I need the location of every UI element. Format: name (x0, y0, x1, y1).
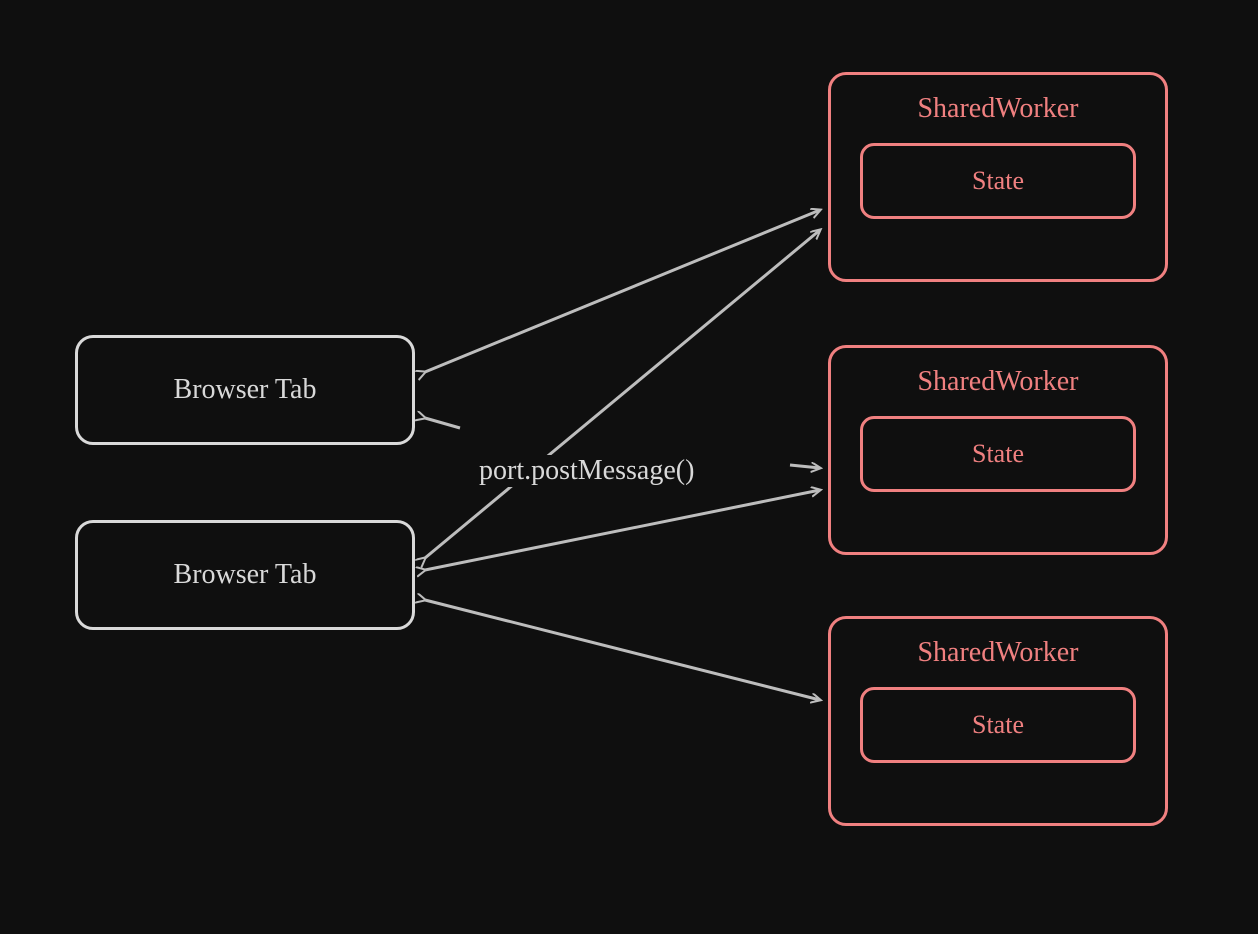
arrow-tab1-worker2-right (790, 465, 820, 468)
state-box: State (860, 687, 1136, 763)
state-box: State (860, 143, 1136, 219)
state-label: State (972, 439, 1024, 469)
browser-tab-box-2: Browser Tab (75, 520, 415, 630)
arrow-tab1-worker1 (425, 210, 820, 372)
shared-worker-label: SharedWorker (917, 637, 1078, 669)
arrow-tab2-worker2 (425, 490, 820, 570)
browser-tab-box-1: Browser Tab (75, 335, 415, 445)
arrow-tab2-worker1 (425, 230, 820, 558)
arrow-tab1-worker2-left (425, 418, 460, 428)
shared-worker-label: SharedWorker (917, 93, 1078, 125)
browser-tab-label: Browser Tab (174, 559, 317, 591)
shared-worker-box-1: SharedWorker State (828, 72, 1168, 282)
arrow-tab2-worker3 (425, 600, 820, 700)
shared-worker-box-2: SharedWorker State (828, 345, 1168, 555)
shared-worker-box-3: SharedWorker State (828, 616, 1168, 826)
browser-tab-label: Browser Tab (174, 374, 317, 406)
state-label: State (972, 710, 1024, 740)
state-label: State (972, 166, 1024, 196)
state-box: State (860, 416, 1136, 492)
diagram-stage: Browser Tab Browser Tab SharedWorker Sta… (0, 0, 1258, 934)
edge-label-postmessage: port.postMessage() (475, 455, 698, 487)
shared-worker-label: SharedWorker (917, 366, 1078, 398)
